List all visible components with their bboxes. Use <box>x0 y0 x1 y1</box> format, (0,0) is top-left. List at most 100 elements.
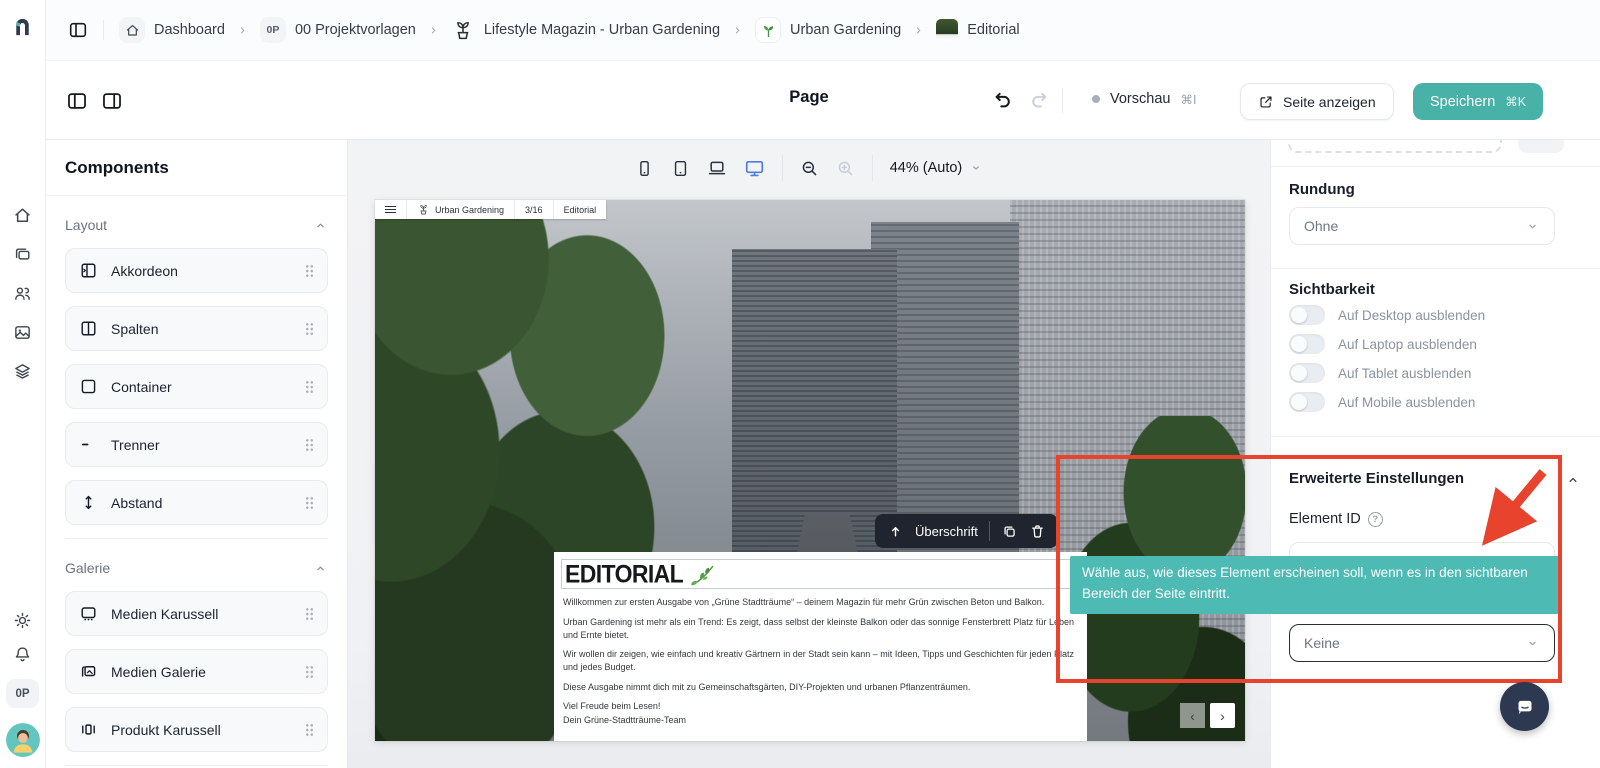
breadcrumb-dashboard[interactable]: Dashboard <box>119 17 225 43</box>
breadcrumb: Dashboard 0P 00 Projektvorlagen Lifestyl… <box>119 17 1020 43</box>
help-icon[interactable]: ? <box>1368 512 1383 527</box>
left-panel-toggle-icon[interactable] <box>66 90 88 112</box>
toggle-row-laptop: Auf Laptop ausblenden <box>1289 334 1477 354</box>
breadcrumb-urban-gardening[interactable]: Urban Gardening <box>755 17 901 43</box>
desktop-hide-toggle[interactable] <box>1289 305 1325 325</box>
partial-input-field[interactable] <box>1288 140 1502 153</box>
section-layout-header[interactable]: Layout <box>65 217 328 233</box>
project-initials-badge: 0P <box>260 17 286 43</box>
tablet-hide-toggle[interactable] <box>1289 363 1325 383</box>
zoom-level-dropdown[interactable]: 44% (Auto) <box>890 160 984 176</box>
editorial-paragraph: Willkommen zur ersten Ausgabe von „Grüne… <box>563 596 1074 609</box>
component-produkt-karussell[interactable]: Produkt Karussell <box>65 707 328 752</box>
rounding-label: Rundung <box>1289 181 1355 198</box>
view-page-button[interactable]: Seite anzeigen <box>1240 83 1394 120</box>
media-gallery-icon <box>79 662 98 681</box>
workspace-badge[interactable]: 0P <box>6 679 39 708</box>
section-galerie-header[interactable]: Galerie <box>65 560 328 576</box>
site-brand[interactable]: Urban Gardening <box>407 200 515 219</box>
component-medien-galerie[interactable]: Medien Galerie <box>65 649 328 694</box>
drag-handle-icon[interactable] <box>305 380 314 394</box>
advanced-settings-label: Erweiterte Einstellungen <box>1289 470 1464 487</box>
undo-icon[interactable] <box>992 89 1014 111</box>
layers-icon[interactable] <box>13 362 32 381</box>
chevron-right-icon <box>427 24 440 37</box>
app-logo-icon[interactable] <box>11 15 34 38</box>
home-icon <box>119 17 145 43</box>
users-icon[interactable] <box>13 284 32 303</box>
selected-element-outline[interactable]: EDITORIAL <box>561 559 1074 589</box>
avatar[interactable] <box>6 723 40 757</box>
component-spalten[interactable]: Spalten <box>65 306 328 351</box>
chevron-right-icon <box>236 24 249 37</box>
component-abstand[interactable]: Abstand <box>65 480 328 525</box>
drag-handle-icon[interactable] <box>305 723 314 737</box>
columns-icon <box>79 319 98 338</box>
chevron-right-icon <box>912 24 925 37</box>
redo-icon[interactable] <box>1028 89 1050 111</box>
page-preview[interactable]: Urban Gardening 3/16 Editorial EDITORIAL… <box>375 200 1245 741</box>
partial-button[interactable] <box>1518 140 1564 153</box>
top-bar: Dashboard 0P 00 Projektvorlagen Lifestyl… <box>46 0 1600 60</box>
editorial-section[interactable]: EDITORIAL Willkommen zur ersten Ausgabe … <box>554 552 1087 741</box>
zoom-in-icon[interactable] <box>836 159 855 178</box>
animation-select[interactable]: Keine <box>1289 624 1555 662</box>
select-parent-icon[interactable] <box>887 523 904 540</box>
device-tablet-icon[interactable] <box>671 159 690 178</box>
drag-handle-icon[interactable] <box>305 264 314 278</box>
chat-button[interactable] <box>1500 682 1549 731</box>
site-page-title[interactable]: Editorial <box>554 200 607 219</box>
element-toolbar: Überschrift <box>875 514 1058 548</box>
device-mobile-icon[interactable] <box>635 159 654 178</box>
component-akkordeon[interactable]: Akkordeon <box>65 248 328 293</box>
drag-handle-icon[interactable] <box>305 665 314 679</box>
drag-handle-icon[interactable] <box>305 496 314 510</box>
editorial-paragraph: Dein Grüne-Stadtträume-Team <box>563 714 1074 727</box>
home-icon[interactable] <box>13 206 32 225</box>
projects-icon[interactable] <box>13 245 32 264</box>
rounding-select[interactable]: Ohne <box>1289 207 1555 245</box>
toggle-row-tablet: Auf Tablet ausblenden <box>1289 363 1471 383</box>
component-trenner[interactable]: Trenner <box>65 422 328 467</box>
delete-icon[interactable] <box>1029 523 1046 540</box>
drag-handle-icon[interactable] <box>305 607 314 621</box>
preview-toggle[interactable]: Vorschau ⌘I <box>1092 91 1196 107</box>
preview-site-nav: Urban Gardening 3/16 Editorial <box>375 200 606 219</box>
menu-icon[interactable] <box>375 200 407 219</box>
component-container[interactable]: Container <box>65 364 328 409</box>
left-rail: 0P <box>0 0 46 768</box>
sidebar-toggle-icon[interactable] <box>68 20 88 40</box>
save-button[interactable]: Speichern ⌘K <box>1413 83 1543 120</box>
page-title: Page <box>774 88 844 107</box>
chat-icon <box>1512 694 1538 720</box>
component-label: Trenner <box>111 437 292 453</box>
save-label: Speichern <box>1430 94 1495 110</box>
breadcrumb-editorial[interactable]: Editorial <box>936 19 1019 41</box>
right-panel-toggle-icon[interactable] <box>101 90 123 112</box>
divider <box>989 521 990 541</box>
chevron-up-icon <box>313 218 328 233</box>
divider-icon <box>79 435 98 454</box>
section-label: Galerie <box>65 560 110 576</box>
laptop-hide-toggle[interactable] <box>1289 334 1325 354</box>
media-icon[interactable] <box>13 323 32 342</box>
drag-handle-icon[interactable] <box>305 438 314 452</box>
breadcrumb-lifestyle-magazin[interactable]: Lifestyle Magazin - Urban Gardening <box>451 18 720 42</box>
zoom-out-icon[interactable] <box>800 159 819 178</box>
device-laptop-icon[interactable] <box>707 158 727 178</box>
component-medien-karussell[interactable]: Medien Karussell <box>65 591 328 636</box>
duplicate-icon[interactable] <box>1001 523 1018 540</box>
device-desktop-icon[interactable] <box>744 158 765 179</box>
photo-buildings-center <box>732 249 897 552</box>
carousel-next-button[interactable]: › <box>1210 703 1235 728</box>
rail-nav <box>13 206 32 381</box>
drag-handle-icon[interactable] <box>305 322 314 336</box>
carousel-prev-button[interactable]: ‹ <box>1180 703 1205 728</box>
mobile-hide-toggle[interactable] <box>1289 392 1325 412</box>
theme-icon[interactable] <box>13 611 32 630</box>
divider <box>782 155 783 181</box>
container-icon <box>79 377 98 396</box>
chevron-up-icon[interactable] <box>1565 472 1581 488</box>
notifications-icon[interactable] <box>13 645 32 664</box>
breadcrumb-projektvorlagen[interactable]: 0P 00 Projektvorlagen <box>260 17 416 43</box>
